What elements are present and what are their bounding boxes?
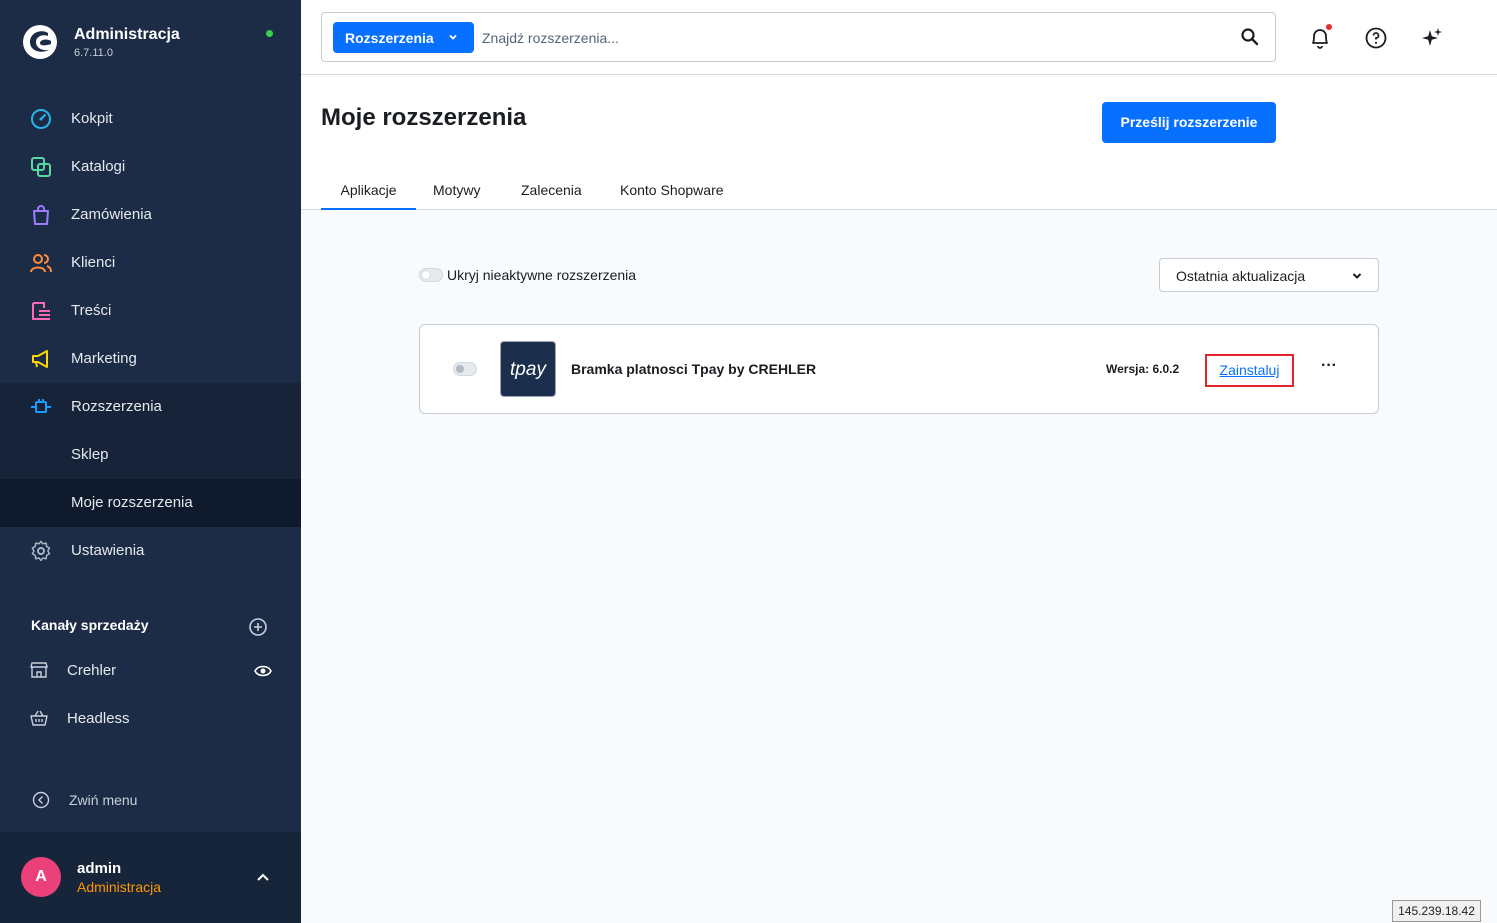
search-icon[interactable] bbox=[1240, 27, 1260, 47]
page-title: Moje rozszerzenia bbox=[321, 104, 527, 131]
avatar: A bbox=[21, 857, 61, 897]
help-icon[interactable] bbox=[1364, 26, 1388, 50]
tab-konto-shopware[interactable]: Konto Shopware bbox=[620, 182, 724, 210]
user-menu[interactable]: A admin Administracja bbox=[0, 832, 301, 923]
sales-channel-label: Headless bbox=[67, 710, 130, 727]
top-bar: Rozszerzenia bbox=[301, 0, 1497, 75]
sidebar-item-marketing[interactable]: Marketing bbox=[0, 335, 301, 383]
sidebar-item-label: Kokpit bbox=[71, 110, 113, 127]
tab-aplikacje[interactable]: Aplikacje bbox=[321, 182, 416, 210]
gauge-icon bbox=[31, 109, 51, 129]
sparkles-icon[interactable] bbox=[1420, 26, 1444, 50]
tab-motywy[interactable]: Motywy bbox=[433, 182, 480, 210]
page-header: Moje rozszerzenia Prześlij rozszerzenie … bbox=[301, 75, 1497, 210]
search-input[interactable] bbox=[482, 23, 1222, 53]
collapse-menu-button[interactable]: Zwiń menu bbox=[0, 780, 301, 820]
sidebar-item-label: Marketing bbox=[71, 350, 137, 367]
content-icon bbox=[32, 302, 50, 320]
sidebar-item-ustawienia[interactable]: Ustawienia bbox=[0, 527, 301, 575]
extension-logo: tpay bbox=[500, 341, 556, 397]
extension-active-switch[interactable] bbox=[453, 362, 477, 376]
sales-channels-title: Kanały sprzedaży bbox=[31, 617, 149, 633]
sidebar-item-label: Treści bbox=[71, 302, 112, 319]
eye-icon[interactable] bbox=[254, 662, 272, 680]
sidebar-item-label: Klienci bbox=[71, 254, 116, 271]
sidebar-item-katalogi[interactable]: Katalogi bbox=[0, 143, 301, 191]
collapse-menu-label: Zwiń menu bbox=[69, 792, 138, 808]
search-type-label: Rozszerzenia bbox=[345, 30, 434, 46]
megaphone-icon bbox=[32, 350, 48, 368]
brand: Administracja 6.7.11.0 bbox=[20, 20, 290, 64]
brand-version: 6.7.11.0 bbox=[74, 47, 113, 59]
search-type-select[interactable]: Rozszerzenia bbox=[333, 22, 474, 53]
user-role: Administracja bbox=[77, 879, 162, 895]
sidebar-item-zamowienia[interactable]: Zamówienia bbox=[0, 191, 301, 239]
sort-value: Ostatnia aktualizacja bbox=[1176, 268, 1306, 284]
chevron-down-icon bbox=[449, 34, 457, 40]
sort-select[interactable]: Ostatnia aktualizacja bbox=[1159, 258, 1379, 292]
switch-knob bbox=[456, 365, 464, 373]
status-dot bbox=[266, 30, 273, 37]
sidebar-item-label: Sklep bbox=[71, 446, 109, 463]
hide-inactive-switch[interactable] bbox=[419, 268, 443, 282]
chevron-down-icon bbox=[1352, 273, 1362, 279]
tab-zalecenia[interactable]: Zalecenia bbox=[521, 182, 582, 210]
sidebar: Administracja 6.7.11.0 Kokpit Katalogi Z… bbox=[0, 0, 301, 923]
search-bar: Rozszerzenia bbox=[321, 12, 1276, 62]
more-actions-button[interactable]: ··· bbox=[1315, 358, 1343, 379]
switch-knob bbox=[422, 271, 430, 279]
extension-card: tpay Bramka platnosci Tpay by CREHLER We… bbox=[419, 324, 1379, 414]
shopping-bag-icon bbox=[33, 205, 49, 225]
extension-version: Wersja: 6.0.2 bbox=[1106, 362, 1180, 376]
sidebar-item-moje-rozszerzenia[interactable]: Moje rozszerzenia bbox=[0, 479, 301, 527]
install-link[interactable]: Zainstaluj bbox=[1205, 354, 1294, 387]
extension-name: Bramka platnosci Tpay by CREHLER bbox=[571, 361, 817, 377]
sales-channel-label: Crehler bbox=[67, 662, 117, 679]
add-sales-channel-icon[interactable] bbox=[249, 618, 267, 636]
chevron-left-circle-icon bbox=[32, 791, 50, 809]
chevron-up-icon bbox=[257, 873, 269, 881]
sidebar-item-label: Zamówienia bbox=[71, 206, 152, 223]
gear-icon bbox=[31, 540, 51, 562]
catalog-icon bbox=[31, 157, 51, 177]
upload-extension-button[interactable]: Prześlij rozszerzenie bbox=[1102, 102, 1276, 143]
basket-icon bbox=[30, 710, 48, 726]
sidebar-item-label: Moje rozszerzenia bbox=[71, 494, 193, 511]
ip-badge: 145.239.18.42 bbox=[1392, 900, 1481, 922]
sidebar-item-label: Ustawienia bbox=[71, 542, 145, 559]
user-name: admin bbox=[77, 860, 122, 877]
sales-channel-headless[interactable]: Headless bbox=[0, 695, 301, 743]
sidebar-item-kokpit[interactable]: Kokpit bbox=[0, 95, 301, 143]
sales-channel-crehler[interactable]: Crehler bbox=[0, 647, 301, 695]
storefront-icon bbox=[30, 662, 48, 678]
notification-dot bbox=[1326, 24, 1332, 30]
sidebar-item-klienci[interactable]: Klienci bbox=[0, 239, 301, 287]
plug-icon bbox=[31, 399, 51, 413]
shopware-logo-icon[interactable] bbox=[22, 24, 58, 60]
sidebar-item-label: Katalogi bbox=[71, 158, 126, 175]
sidebar-item-label: Rozszerzenia bbox=[71, 398, 162, 415]
users-icon bbox=[30, 254, 52, 273]
sidebar-item-sklep[interactable]: Sklep bbox=[0, 431, 301, 479]
hide-inactive-label: Ukryj nieaktywne rozszerzenia bbox=[447, 267, 637, 283]
sidebar-item-tresci[interactable]: Treści bbox=[0, 287, 301, 335]
brand-title: Administracja bbox=[74, 26, 180, 43]
sidebar-item-rozszerzenia[interactable]: Rozszerzenia bbox=[0, 383, 301, 431]
